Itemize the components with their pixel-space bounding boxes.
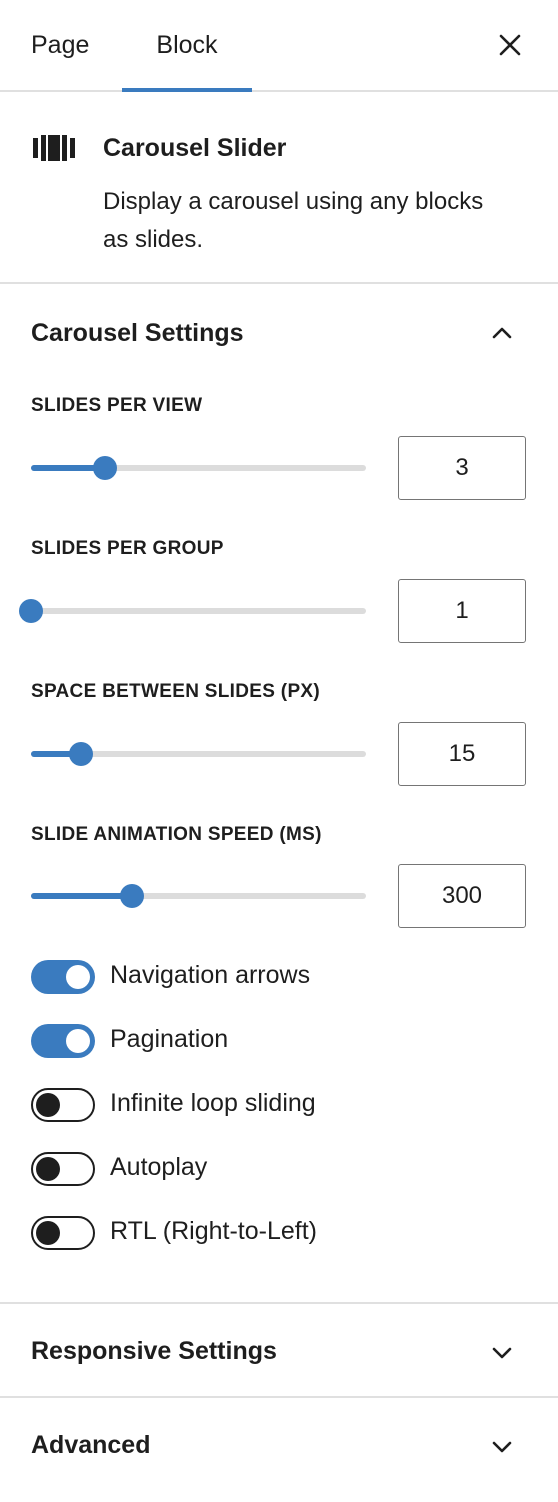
toggle-knob — [36, 1093, 60, 1117]
block-card: Carousel Slider Display a carousel using… — [0, 92, 558, 284]
carousel-settings-title: Carousel Settings — [31, 319, 244, 347]
responsive-settings-toggle[interactable]: Responsive Settings — [0, 1304, 558, 1396]
toggle-knob — [66, 1029, 90, 1053]
infinite-loop-label: Infinite loop sliding — [110, 1089, 316, 1117]
animation-speed-label: Slide Animation Speed (ms) — [31, 824, 322, 845]
tab-page[interactable]: Page — [31, 0, 89, 90]
slides-per-group-label: Slides Per Group — [31, 538, 224, 559]
slides-per-group-slider[interactable] — [19, 599, 366, 623]
animation-speed-input[interactable]: 300 — [398, 864, 526, 928]
chevron-down-icon — [492, 1347, 512, 1359]
slider-thumb[interactable] — [19, 599, 43, 623]
autoplay-label: Autoplay — [110, 1153, 208, 1181]
tab-block[interactable]: Block — [122, 0, 252, 90]
responsive-settings-title: Responsive Settings — [31, 1337, 277, 1365]
toggle-knob — [66, 965, 90, 989]
carousel-block-icon — [33, 135, 75, 161]
chevron-down-icon — [492, 1441, 512, 1453]
rtl-label: RTL (Right-to-Left) — [110, 1217, 318, 1245]
chevron-up-icon — [492, 327, 512, 339]
slider-thumb[interactable] — [69, 742, 94, 766]
toggle-knob — [36, 1221, 60, 1245]
pagination-toggle[interactable] — [31, 1024, 95, 1058]
navigation-arrows-label: Navigation arrows — [110, 961, 311, 989]
block-description: Display a carousel using any blocks as s… — [103, 188, 484, 253]
animation-speed-slider[interactable] — [31, 884, 366, 908]
block-settings-sidebar: Page Block Carousel Slider Display a car… — [0, 0, 558, 1502]
close-button[interactable] — [490, 25, 530, 65]
space-between-slides-input[interactable]: 15 — [398, 722, 526, 786]
carousel-settings-toggle[interactable]: Carousel Settings — [0, 286, 558, 382]
navigation-arrows-toggle[interactable] — [31, 960, 95, 994]
block-title: Carousel Slider — [103, 134, 287, 162]
slider-thumb[interactable] — [92, 456, 117, 480]
toggle-knob — [36, 1157, 60, 1181]
autoplay-toggle[interactable] — [31, 1152, 95, 1186]
infinite-loop-toggle[interactable] — [31, 1088, 95, 1122]
slides-per-view-input[interactable]: 3 — [398, 436, 526, 500]
space-between-slides-slider[interactable] — [31, 742, 366, 766]
slider-thumb[interactable] — [119, 884, 144, 908]
space-between-slides-label: Space Between Slides (px) — [31, 681, 321, 702]
pagination-label: Pagination — [110, 1025, 229, 1053]
slides-per-group-input[interactable]: 1 — [398, 579, 526, 643]
advanced-title: Advanced — [31, 1431, 151, 1459]
slider-fill — [31, 893, 132, 899]
advanced-toggle[interactable]: Advanced — [0, 1398, 558, 1502]
slides-per-view-slider[interactable] — [31, 456, 366, 480]
rtl-toggle[interactable] — [31, 1216, 95, 1250]
close-icon — [499, 34, 521, 56]
slides-per-view-label: Slides Per View — [31, 395, 203, 416]
sidebar-tabs: Page Block — [0, 0, 558, 92]
